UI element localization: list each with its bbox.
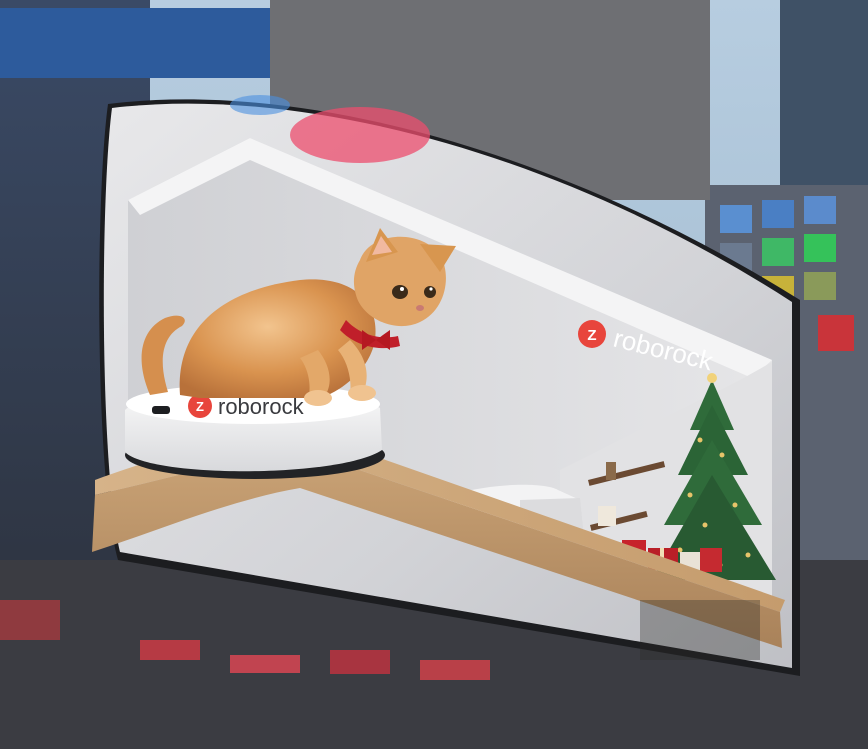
robot-vacuum: Z roborock [125, 384, 385, 479]
wall-brand-logo-letter: Z [587, 327, 596, 344]
shelf-books [598, 506, 616, 526]
cat-nose [416, 305, 424, 311]
building-left-sign [0, 8, 270, 78]
cat-paw-right [348, 385, 376, 401]
robot-vacuum-sensor [152, 406, 170, 414]
light-reflection-blue [230, 95, 290, 115]
foreground-tree-shadow [640, 600, 760, 660]
billboard-scene: Z roborock Z roborock [0, 0, 868, 749]
cat-eye-left [392, 285, 408, 299]
robot-brand-logo-letter: Z [196, 399, 204, 414]
shelf-vase [606, 462, 616, 480]
tree-topper-star-icon [707, 373, 717, 383]
light-reflection-pink [290, 107, 430, 163]
cat-paw-left [304, 390, 332, 406]
